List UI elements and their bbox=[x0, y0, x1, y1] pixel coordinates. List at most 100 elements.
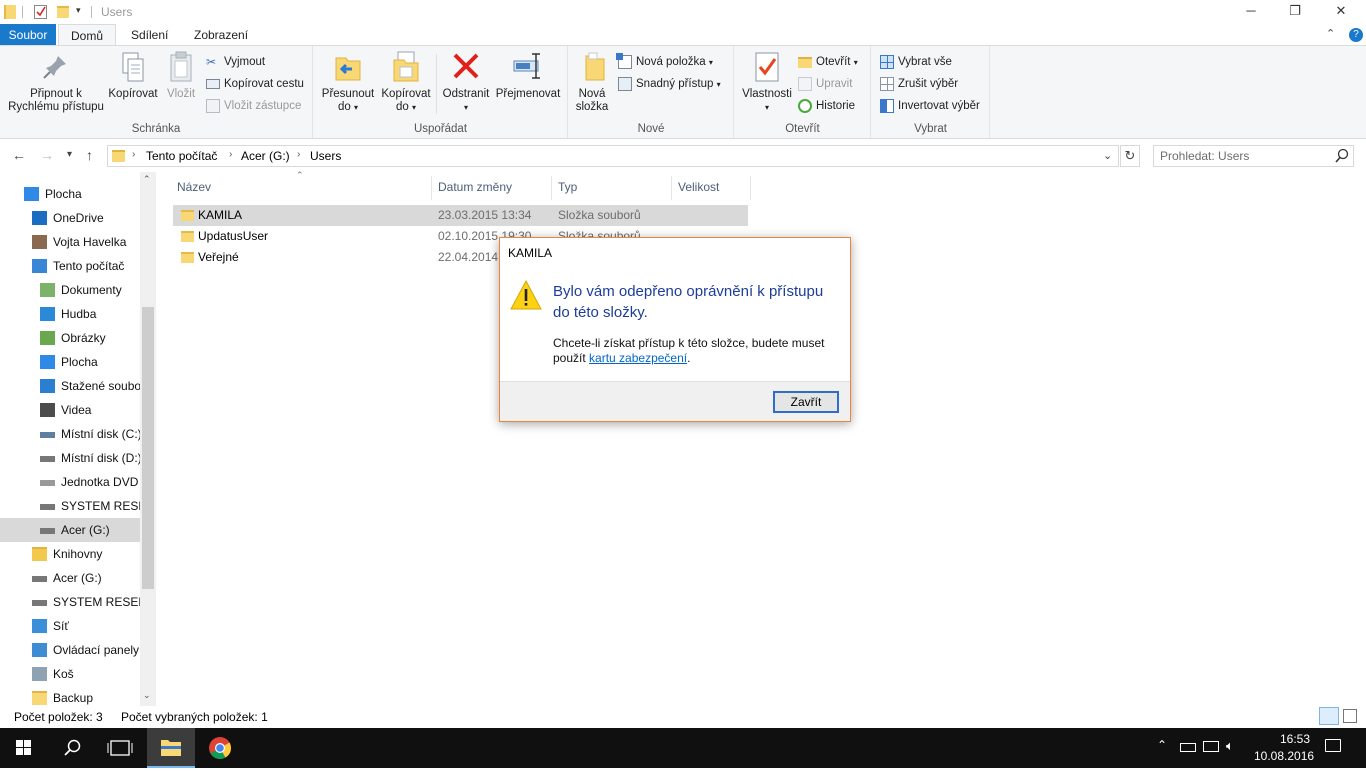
open-button[interactable]: Otevřít ▾ bbox=[796, 52, 858, 72]
file-explorer-taskbar-button[interactable] bbox=[147, 728, 195, 768]
group-clipboard: Připnout k Rychlému přístupu Kopírovat V… bbox=[0, 46, 313, 138]
nav-item[interactable]: Videa bbox=[0, 398, 140, 422]
file-date: 23.03.2015 13:34 bbox=[438, 208, 532, 222]
show-hidden-icons-icon[interactable]: ⌃ bbox=[1157, 738, 1167, 752]
dropdown-arrow-icon: ▾ bbox=[463, 103, 468, 112]
nav-item[interactable]: Vojta Havelka bbox=[0, 230, 140, 254]
copy-button[interactable]: Kopírovat bbox=[107, 50, 159, 101]
rename-button[interactable]: Přejmenovat bbox=[494, 50, 562, 101]
group-label-select: Vybrat bbox=[914, 123, 947, 135]
history-button[interactable]: Historie bbox=[796, 96, 855, 116]
qat-dropdown-icon[interactable]: ▾ bbox=[76, 5, 81, 16]
restore-button[interactable]: ❐ bbox=[1272, 0, 1318, 24]
nav-item[interactable]: Dokumenty bbox=[0, 278, 140, 302]
file-row[interactable]: KAMILA 23.03.2015 13:34 Složka souborů bbox=[173, 205, 748, 226]
action-center-icon[interactable] bbox=[1325, 739, 1341, 752]
breadcrumb-users[interactable]: Users bbox=[310, 149, 341, 163]
edit-button[interactable]: Upravit bbox=[796, 74, 852, 94]
invert-selection-button[interactable]: Invertovat výběr bbox=[878, 96, 980, 116]
nav-item[interactable]: Plocha bbox=[0, 182, 140, 206]
copy-path-button[interactable]: Kopírovat cestu bbox=[204, 74, 304, 94]
security-tab-link[interactable]: kartu zabezpečení bbox=[589, 351, 687, 365]
cut-button[interactable]: ✂ Vyjmout bbox=[204, 52, 265, 72]
minimize-button[interactable]: ─ bbox=[1228, 0, 1274, 24]
scroll-up-icon[interactable]: ⌃ bbox=[143, 174, 151, 185]
easy-access-button[interactable]: Snadný přístup ▾ bbox=[616, 74, 721, 94]
close-dialog-button[interactable]: Zavřít bbox=[773, 391, 839, 413]
nav-item[interactable]: SYSTEM RESERVED bbox=[0, 590, 140, 614]
nav-item[interactable]: Jednotka DVD RW bbox=[0, 470, 140, 494]
pin-quick-access-button[interactable]: Připnout k Rychlému přístupu bbox=[4, 50, 108, 114]
nav-item[interactable]: Plocha bbox=[0, 350, 140, 374]
nav-item[interactable]: SYSTEM RESERVED bbox=[0, 494, 140, 518]
nav-item[interactable]: Acer (G:) bbox=[0, 518, 140, 542]
paste-button[interactable]: Vložit bbox=[163, 50, 199, 101]
copy-to-button[interactable]: Kopírovat do ▾ bbox=[376, 50, 436, 114]
tab-view[interactable]: Zobrazení bbox=[184, 24, 258, 46]
new-folder-qat-icon[interactable] bbox=[57, 6, 69, 18]
paste-shortcut-icon bbox=[206, 99, 220, 113]
nav-item[interactable]: Obrázky bbox=[0, 326, 140, 350]
move-to-button[interactable]: Přesunout do ▾ bbox=[318, 50, 378, 114]
up-arrow-icon[interactable]: ↑ bbox=[86, 147, 93, 163]
nav-item[interactable]: Koš bbox=[0, 662, 140, 686]
nav-item[interactable]: Stažené soubory bbox=[0, 374, 140, 398]
details-view-icon[interactable] bbox=[1319, 707, 1339, 725]
nav-item[interactable]: Ovládací panely bbox=[0, 638, 140, 662]
nav-item[interactable]: Acer (G:) bbox=[0, 566, 140, 590]
breadcrumb-separator-icon[interactable]: › bbox=[132, 149, 135, 160]
back-arrow-icon[interactable]: ← bbox=[12, 147, 26, 163]
nav-item[interactable]: Místní disk (D:) bbox=[0, 446, 140, 470]
nav-item[interactable]: Hudba bbox=[0, 302, 140, 326]
power-icon[interactable] bbox=[1180, 743, 1196, 752]
select-all-button[interactable]: Vybrat vše bbox=[878, 52, 952, 72]
tab-file[interactable]: Soubor bbox=[0, 24, 56, 46]
column-header-name[interactable]: Název bbox=[172, 176, 432, 200]
nav-item[interactable]: Knihovny bbox=[0, 542, 140, 566]
network-tray-icon[interactable] bbox=[1203, 741, 1219, 752]
network-icon bbox=[32, 619, 47, 633]
recent-locations-dropdown-icon[interactable]: ▾ bbox=[67, 149, 72, 160]
clock-time[interactable]: 16:53 bbox=[1267, 732, 1323, 746]
breadcrumb-acer-g[interactable]: Acer (G:) bbox=[241, 149, 290, 163]
task-view-icon[interactable] bbox=[96, 728, 144, 768]
address-bar[interactable]: › Tento počítač › Acer (G:) › Users ⌄ bbox=[107, 145, 1119, 167]
search-taskbar-icon[interactable] bbox=[48, 728, 96, 768]
column-header-size[interactable]: Velikost bbox=[673, 176, 751, 200]
close-window-button[interactable]: ✕ bbox=[1318, 0, 1364, 24]
column-header-date[interactable]: Datum změny bbox=[433, 176, 552, 200]
new-item-button[interactable]: Nová položka ▾ bbox=[616, 52, 713, 72]
scroll-down-icon[interactable]: ⌄ bbox=[143, 690, 151, 701]
nav-item[interactable]: Síť bbox=[0, 614, 140, 638]
select-none-button[interactable]: Zrušit výběr bbox=[878, 74, 958, 94]
forward-arrow-icon[interactable]: → bbox=[40, 147, 54, 163]
paste-shortcut-button[interactable]: Vložit zástupce bbox=[204, 96, 301, 116]
ribbon-collapse-icon[interactable]: ⌃ bbox=[1326, 27, 1335, 40]
nav-item[interactable]: Backup bbox=[0, 686, 140, 706]
column-header-type[interactable]: Typ bbox=[553, 176, 672, 200]
breadcrumb-separator-icon[interactable]: › bbox=[229, 149, 232, 160]
nav-item[interactable]: Tento počítač bbox=[0, 254, 140, 278]
properties-button[interactable]: Vlastnosti ▾ bbox=[737, 50, 797, 114]
new-folder-button[interactable]: Nová složka bbox=[573, 50, 611, 114]
tab-home[interactable]: Domů bbox=[58, 24, 116, 46]
large-icons-view-icon[interactable] bbox=[1343, 709, 1357, 723]
nav-item[interactable]: Místní disk (C:) bbox=[0, 422, 140, 446]
start-button[interactable] bbox=[0, 728, 48, 768]
search-input[interactable]: Prohledat: Users bbox=[1153, 145, 1354, 167]
properties-qat-icon[interactable] bbox=[34, 5, 47, 19]
refresh-button[interactable]: ↻ bbox=[1120, 145, 1140, 167]
nav-pane-scrollbar-thumb[interactable] bbox=[142, 307, 154, 589]
help-icon[interactable]: ? bbox=[1349, 28, 1363, 42]
address-history-dropdown-icon[interactable]: ⌄ bbox=[1103, 149, 1112, 162]
tab-share[interactable]: Sdílení bbox=[121, 24, 178, 46]
chrome-taskbar-button[interactable] bbox=[196, 728, 244, 768]
taskbar: ⌃ 🔈︎ 16:53 10.08.2016 bbox=[0, 728, 1366, 768]
breadcrumb-separator-icon[interactable]: › bbox=[297, 149, 300, 160]
breadcrumb-this-pc[interactable]: Tento počítač bbox=[146, 149, 217, 163]
volume-icon[interactable]: 🔈︎ bbox=[1226, 738, 1234, 754]
clock-date[interactable]: 10.08.2016 bbox=[1254, 749, 1314, 763]
nav-item[interactable]: OneDrive bbox=[0, 206, 140, 230]
search-icon[interactable] bbox=[1335, 148, 1349, 167]
delete-button[interactable]: Odstranit ▾ bbox=[438, 50, 494, 114]
